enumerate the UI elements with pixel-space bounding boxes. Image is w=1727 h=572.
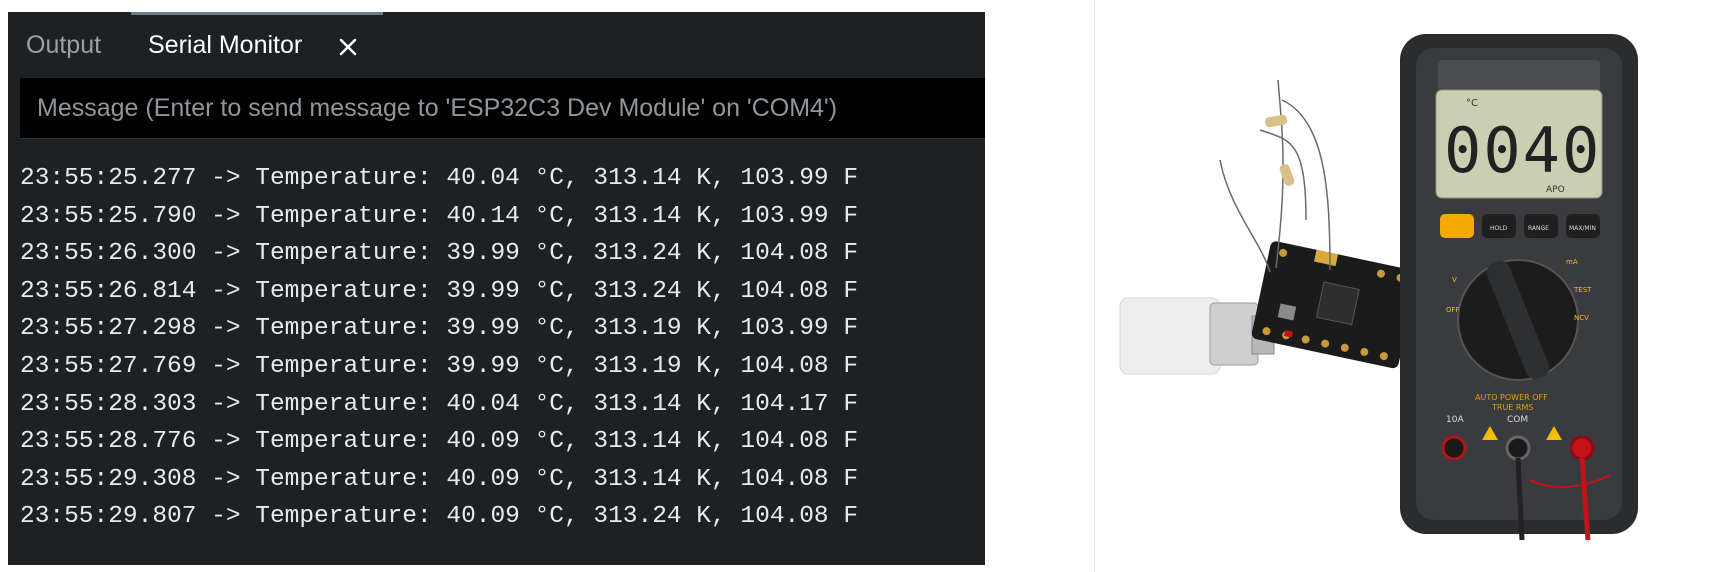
log-line: 23:55:26.814 -> Temperature: 39.99 °C, 3…: [20, 277, 859, 305]
svg-text:NCV: NCV: [1574, 314, 1589, 322]
log-line: 23:55:28.776 -> Temperature: 40.09 °C, 3…: [20, 428, 859, 456]
svg-text:AUTO POWER OFF: AUTO POWER OFF: [1475, 393, 1548, 402]
log-line: 23:55:29.308 -> Temperature: 40.09 °C, 3…: [20, 465, 859, 493]
log-line: 23:55:25.277 -> Temperature: 40.04 °C, 3…: [20, 165, 859, 192]
log-line: 23:55:27.298 -> Temperature: 39.99 °C, 3…: [20, 315, 859, 343]
panel-tab-bar: Output Serial Monitor: [8, 12, 985, 76]
lcd-reading: 0040: [1444, 114, 1601, 187]
hardware-photo: °C 0040 APO HOLD RANGE MAX/MIN OFF V mA …: [1119, 34, 1638, 541]
svg-text:mA: mA: [1566, 258, 1578, 266]
multimeter: °C 0040 APO HOLD RANGE MAX/MIN OFF V mA …: [1400, 34, 1638, 541]
tab-output[interactable]: Output: [26, 30, 101, 60]
log-line: 23:55:28.303 -> Temperature: 40.04 °C, 3…: [20, 390, 859, 418]
message-bar: [20, 78, 985, 139]
log-line: 23:55:25.790 -> Temperature: 40.14 °C, 3…: [20, 202, 859, 230]
usb-cable: [1119, 297, 1275, 375]
svg-text:TRUE RMS: TRUE RMS: [1491, 403, 1533, 412]
log-line: 23:55:26.300 -> Temperature: 39.99 °C, 3…: [20, 240, 859, 268]
svg-text:OFF: OFF: [1446, 306, 1460, 314]
lcd-unit: °C: [1466, 98, 1478, 109]
serial-monitor-panel: Output Serial Monitor 23:55:25.277 -> Te…: [8, 12, 985, 565]
svg-text:TEST: TEST: [1573, 286, 1592, 294]
svg-text:COM: COM: [1507, 415, 1528, 425]
svg-text:RANGE: RANGE: [1528, 225, 1549, 232]
svg-text:HOLD: HOLD: [1490, 225, 1508, 232]
message-input[interactable]: [20, 78, 985, 138]
log-line: 23:55:29.807 -> Temperature: 40.09 °C, 3…: [20, 503, 859, 531]
close-icon[interactable]: [335, 34, 361, 60]
sel-button: [1440, 214, 1474, 238]
svg-text:APO: APO: [1546, 185, 1565, 195]
tab-serial-monitor[interactable]: Serial Monitor: [148, 30, 302, 60]
svg-text:10A: 10A: [1446, 415, 1464, 425]
esp32c3-board: [1251, 241, 1418, 369]
column-divider: [1094, 0, 1095, 572]
svg-text:V: V: [1452, 276, 1457, 284]
active-tab-indicator: [131, 12, 383, 15]
log-line: 23:55:27.769 -> Temperature: 39.99 °C, 3…: [20, 352, 859, 380]
serial-output: 23:55:25.277 -> Temperature: 40.04 °C, 3…: [20, 160, 858, 536]
svg-text:MAX/MIN: MAX/MIN: [1569, 225, 1596, 232]
resistor-icon: [1264, 114, 1295, 186]
